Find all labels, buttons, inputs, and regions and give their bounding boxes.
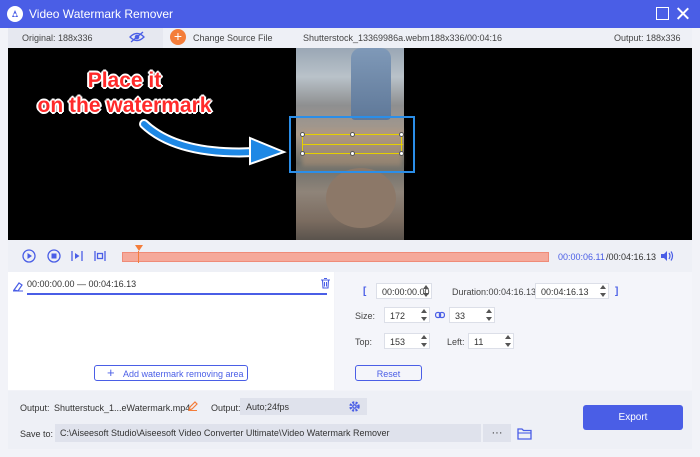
set-end-bracket-icon[interactable]: ] <box>615 286 618 297</box>
source-file-name: Shutterstock_13369986a.webm <box>303 33 430 43</box>
browse-button[interactable]: ··· <box>483 424 511 442</box>
resize-handle[interactable] <box>350 132 355 137</box>
callout-line-2: on the watermark <box>37 94 212 117</box>
left-field[interactable]: 11 <box>468 333 514 349</box>
change-source-plus-icon[interactable]: + <box>170 29 186 45</box>
playhead-marker-icon[interactable] <box>135 245 143 251</box>
add-watermark-area-button[interactable]: + Add watermark removing area <box>94 365 248 381</box>
playback-bar: 00:00:06.11 /00:04:16.13 <box>8 240 692 272</box>
top-spinner[interactable] <box>421 335 427 347</box>
output-bar: Output: Shutterstuck_1...eWatermark.mp4 … <box>8 391 692 449</box>
current-time: 00:00:06.11 <box>558 252 605 262</box>
edit-name-icon[interactable] <box>188 401 198 411</box>
height-spinner[interactable] <box>486 309 492 321</box>
set-start-bracket-icon[interactable]: [ <box>363 286 366 297</box>
removal-area-item[interactable]: 00:00:00.00 — 00:04:16.13 <box>8 272 334 296</box>
reset-button[interactable]: Reset <box>355 365 422 381</box>
end-time-field[interactable]: 00:04:16.13 <box>535 283 609 299</box>
add-area-label: Add watermark removing area <box>123 369 244 379</box>
size-label: Size: <box>355 311 376 321</box>
play-icon[interactable] <box>22 249 36 263</box>
link-ratio-icon[interactable] <box>435 311 445 319</box>
video-person <box>351 48 391 120</box>
left-label: Left: <box>447 337 465 347</box>
top-field[interactable]: 153 <box>384 333 430 349</box>
top-value: 153 <box>390 337 406 347</box>
original-resolution: Original: 188x336 <box>22 33 93 43</box>
export-button[interactable]: Export <box>583 405 683 430</box>
removal-area-list: 00:00:00.00 — 00:04:16.13 + Add watermar… <box>8 272 334 390</box>
resize-handle[interactable] <box>300 132 305 137</box>
close-button[interactable] <box>676 7 689 20</box>
output-file-name: Shutterstuck_1...eWatermark.mp4 <box>54 403 191 413</box>
area-selected-underline <box>27 293 327 295</box>
duration-label: Duration:00:04:16.13 <box>452 287 537 297</box>
top-label: Top: <box>355 337 373 347</box>
start-time-spinner[interactable] <box>423 285 429 297</box>
stop-icon[interactable] <box>47 249 61 263</box>
resize-handle[interactable] <box>350 151 355 156</box>
output-label: Output: <box>20 403 50 413</box>
playhead-line <box>138 251 139 263</box>
instruction-callout: Place it on the watermark <box>22 68 227 118</box>
resize-handle[interactable] <box>399 151 404 156</box>
format-label: Output: <box>211 403 241 413</box>
delete-area-icon[interactable] <box>320 277 331 289</box>
callout-arrow-icon <box>139 119 287 166</box>
maximize-button[interactable] <box>656 7 669 20</box>
width-value: 172 <box>390 311 406 321</box>
window-title: Video Watermark Remover <box>29 7 174 21</box>
title-bar: Video Watermark Remover <box>0 0 700 28</box>
start-time-field[interactable]: 00:00:00.00 <box>376 283 432 299</box>
area-midline <box>303 144 403 145</box>
save-to-label: Save to: <box>20 429 54 439</box>
end-time-value: 00:04:16.13 <box>541 287 589 297</box>
watermark-removal-area[interactable] <box>300 132 404 156</box>
total-time: /00:04:16.13 <box>606 252 657 262</box>
gear-icon[interactable] <box>348 400 361 413</box>
info-bar: Original: 188x336 + Change Source File S… <box>8 28 692 48</box>
frame-clip-icon[interactable] <box>93 249 107 263</box>
app-logo-icon <box>7 6 23 22</box>
save-path-value: C:\Aiseesoft Studio\Aiseesoft Video Conv… <box>60 428 390 438</box>
width-field[interactable]: 172 <box>384 307 430 323</box>
output-resolution: Output: 188x336 <box>614 33 681 43</box>
left-value: 11 <box>474 337 484 347</box>
resize-handle[interactable] <box>399 132 404 137</box>
video-preview: Place it on the watermark <box>8 48 692 240</box>
end-time-spinner[interactable] <box>600 285 606 297</box>
width-spinner[interactable] <box>421 309 427 321</box>
eraser-icon <box>12 282 23 292</box>
source-file-meta: 188x336/00:04:16 <box>430 33 503 43</box>
save-path-field[interactable]: C:\Aiseesoft Studio\Aiseesoft Video Conv… <box>55 424 481 442</box>
area-settings-panel: [ 00:00:00.00 Duration:00:04:16.13 00:04… <box>335 272 692 390</box>
height-field[interactable]: 33 <box>449 307 495 323</box>
callout-line-1: Place it <box>87 69 162 92</box>
play-clip-icon[interactable] <box>70 249 84 263</box>
timeline-track[interactable] <box>122 245 549 263</box>
open-folder-icon[interactable] <box>517 427 532 440</box>
change-source-button[interactable]: Change Source File <box>193 33 273 43</box>
eye-toggle-icon[interactable] <box>129 30 145 46</box>
output-format-value: Auto;24fps <box>246 402 290 412</box>
plus-icon: + <box>107 365 115 380</box>
volume-icon[interactable] <box>660 250 674 262</box>
area-time-range: 00:00:00.00 — 00:04:16.13 <box>27 279 137 289</box>
height-value: 33 <box>455 311 466 321</box>
left-spinner[interactable] <box>505 335 511 347</box>
video-subject <box>326 168 396 228</box>
resize-handle[interactable] <box>300 151 305 156</box>
